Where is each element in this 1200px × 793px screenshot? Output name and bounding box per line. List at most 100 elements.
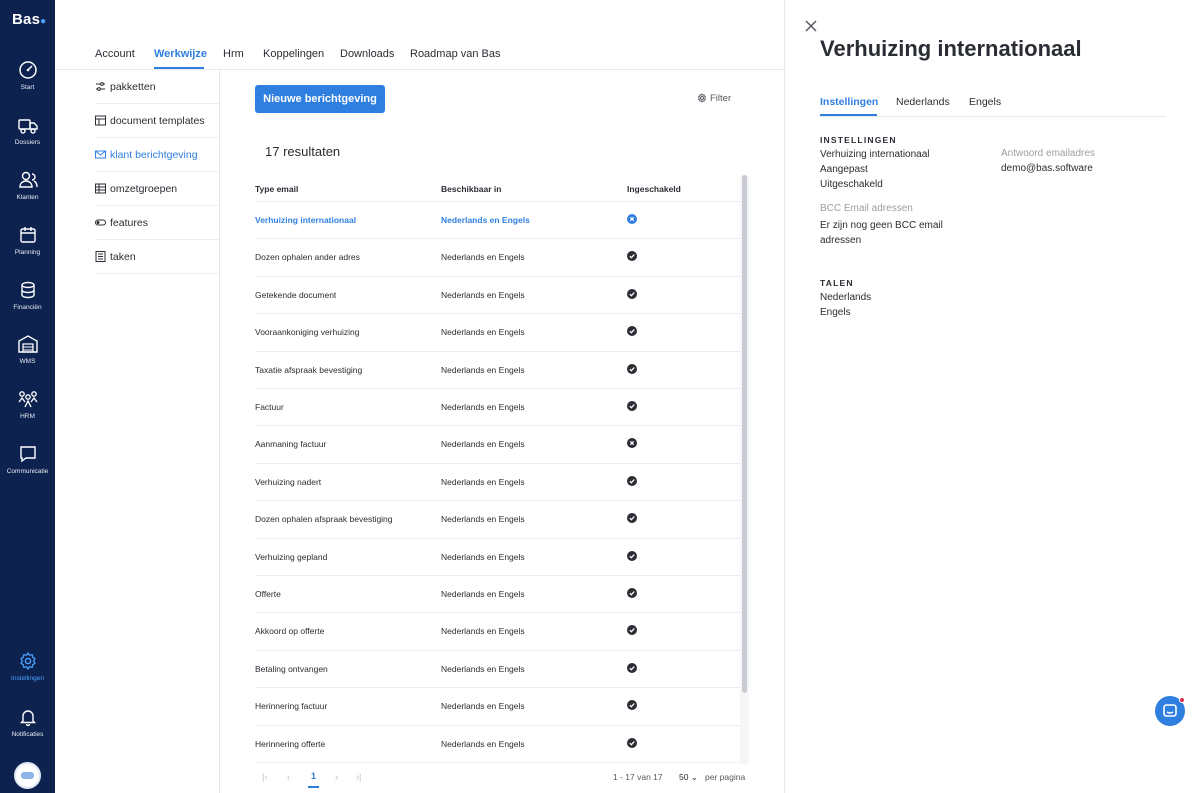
table-row[interactable]: Vooraankoniging verhuizing Nederlands en … <box>255 314 740 352</box>
table-row[interactable]: Verhuizing internationaal Nederlands en E… <box>255 202 740 240</box>
filter-button[interactable]: Filter <box>697 93 731 104</box>
table-row[interactable]: Akkoord op offerte Nederlands en Engels <box>255 613 740 651</box>
check-circle-icon <box>627 737 637 750</box>
rail-item-instellingen[interactable]: Instellingen <box>0 651 55 682</box>
tab-account[interactable]: Account <box>95 48 135 60</box>
available-languages: Nederlands en Engels <box>441 738 525 749</box>
email-type: Betaling ontvangen <box>255 663 328 674</box>
rail-item-dossiers[interactable]: Dossiers <box>0 115 55 146</box>
rail-label: WMS <box>19 358 36 365</box>
table-row[interactable]: Verhuizing nadert Nederlands en Engels <box>255 464 740 502</box>
notification-badge <box>1179 697 1185 703</box>
panel-tab-instellingen[interactable]: Instellingen <box>820 96 878 108</box>
detail-panel: Verhuizing internationaal Instellingen N… <box>784 0 1200 793</box>
tab-downloads[interactable]: Downloads <box>340 48 394 60</box>
per-page-select[interactable]: 50 ⌄ <box>679 772 698 783</box>
subnav-label: omzetgroepen <box>110 183 178 195</box>
subnav-divider <box>219 70 220 793</box>
x-circle-icon <box>627 438 637 450</box>
panel-tab-engels[interactable]: Engels <box>969 96 1001 108</box>
next-page-button[interactable]: › <box>335 772 338 782</box>
subnav-item-omzetgroepen[interactable]: omzetgroepen <box>95 172 220 206</box>
languages-heading: TALEN <box>820 278 854 288</box>
column-header-type[interactable]: Type email <box>255 184 298 194</box>
template-icon <box>95 115 106 126</box>
column-header-enabled[interactable]: Ingeschakeld <box>627 184 681 194</box>
tab-koppelingen[interactable]: Koppelingen <box>263 48 324 60</box>
subnav-item-klant-berichtgeving[interactable]: klant berichtgeving <box>95 138 220 172</box>
dashboard-icon <box>18 61 37 79</box>
last-page-button[interactable]: ›| <box>356 772 361 782</box>
table-row[interactable]: Offerte Nederlands en Engels <box>255 576 740 614</box>
available-languages: Nederlands en Engels <box>441 476 525 487</box>
available-languages: Nederlands en Engels <box>441 514 525 525</box>
available-languages: Nederlands en Engels <box>441 252 525 263</box>
available-languages: Nederlands en Engels <box>441 215 530 225</box>
rail-item-hrm[interactable]: HRM <box>0 389 55 420</box>
bell-icon <box>19 710 36 727</box>
rail-item-klanten[interactable]: Klanten <box>0 170 55 201</box>
tab-hrm[interactable]: Hrm <box>223 48 244 60</box>
table-row[interactable]: Dozen ophalen ander adres Nederlands en E… <box>255 239 740 277</box>
truck-icon <box>17 119 38 134</box>
table-row[interactable]: Taxatie afspraak bevestiging Nederlands e… <box>255 352 740 389</box>
scrollbar-thumb[interactable] <box>742 175 747 693</box>
subnav-item-pakketten[interactable]: pakketten <box>95 70 220 104</box>
check-circle-icon <box>627 401 637 413</box>
rail-item-wms[interactable]: WMS <box>0 334 55 365</box>
rail-item-planning[interactable]: Planning <box>0 225 55 256</box>
available-languages: Nederlands en Engels <box>441 626 525 637</box>
panel-tab-nederlands[interactable]: Nederlands <box>896 96 950 108</box>
subnav-label: document templates <box>110 115 205 127</box>
rail-label: Notificaties <box>11 731 44 738</box>
page-range: 1 - 17 van 17 <box>613 772 663 782</box>
table-icon <box>95 183 106 194</box>
brand-logo[interactable]: Bas● <box>12 11 46 28</box>
tab-werkwijze[interactable]: Werkwijze <box>154 48 207 60</box>
reply-address-value: demo@bas.software <box>1001 163 1093 174</box>
check-circle-icon <box>627 550 637 563</box>
email-type: Herinnering factuur <box>255 701 328 712</box>
rail-item-start[interactable]: Start <box>0 60 55 91</box>
table-row[interactable]: Getekende document Nederlands en Engels <box>255 277 740 315</box>
new-notification-button[interactable]: Nieuwe berichtgeving <box>255 85 385 113</box>
close-icon[interactable] <box>805 19 817 37</box>
chevron-down-icon: ⌄ <box>690 772 698 782</box>
email-type: Dozen ophalen ander adres <box>255 252 360 263</box>
table-row[interactable]: Herinnering offerte Nederlands en Engels <box>255 726 740 763</box>
available-languages: Nederlands en Engels <box>441 663 525 674</box>
settings-heading: INSTELLINGEN <box>820 135 897 145</box>
check-circle-icon <box>627 588 637 600</box>
table-row[interactable]: Betaling ontvangen Nederlands en Engels <box>255 651 740 689</box>
table-row[interactable]: Factuur Nederlands en Engels <box>255 389 740 427</box>
column-header-available[interactable]: Beschikbaar in <box>441 184 501 194</box>
table-row[interactable]: Verhuizing gepland Nederlands en Engels <box>255 539 740 576</box>
setting-enabled: Uitgeschakeld <box>820 179 883 190</box>
rail-item-communicatie[interactable]: Communicatie <box>0 444 55 475</box>
avatar[interactable] <box>14 762 41 789</box>
email-type: Vooraankoniging verhuizing <box>255 327 360 338</box>
rail-label: Instellingen <box>11 675 44 682</box>
rail-label: Financiën <box>13 304 42 311</box>
subnav-item-taken[interactable]: taken <box>95 240 220 274</box>
current-page-indicator <box>308 786 319 788</box>
support-chat-button[interactable] <box>1155 696 1185 726</box>
page-number[interactable]: 1 <box>311 771 316 781</box>
team-icon <box>17 391 38 408</box>
email-type: Taxatie afspraak bevestiging <box>255 364 363 375</box>
table-row[interactable]: Dozen ophalen afspraak bevestiging Nederl… <box>255 501 740 539</box>
reply-address-label: Antwoord emailadres <box>1001 148 1095 159</box>
subnav-label: features <box>110 217 148 229</box>
subnav-item-features[interactable]: features <box>95 206 220 240</box>
x-circle-icon <box>627 214 637 226</box>
first-page-button[interactable]: |‹ <box>262 772 267 782</box>
tab-roadmap[interactable]: Roadmap van Bas <box>410 48 501 60</box>
prev-page-button[interactable]: ‹ <box>287 772 290 782</box>
rail-item-notificaties[interactable]: Notificaties <box>0 707 55 738</box>
table-row[interactable]: Herinnering factuur Nederlands en Engels <box>255 688 740 726</box>
subnav-item-document-templates[interactable]: document templates <box>95 104 220 138</box>
available-languages: Nederlands en Engels <box>441 402 525 412</box>
bcc-label: BCC Email adressen <box>820 203 913 214</box>
table-row[interactable]: Aanmaning factuur Nederlands en Engels <box>255 426 740 464</box>
rail-item-financien[interactable]: Financiën <box>0 280 55 311</box>
